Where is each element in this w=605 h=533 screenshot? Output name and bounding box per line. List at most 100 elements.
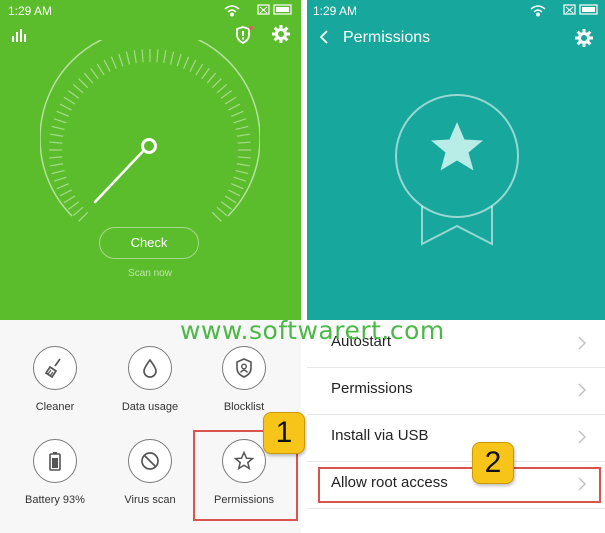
gauge-tick [233,176,247,182]
wifi-icon [530,5,546,17]
gauge-tick [189,59,197,72]
gauge-tick [195,63,204,76]
gauge-tick [169,51,175,65]
gauge-tick [51,125,65,131]
scan-now-label: Scan now [128,268,172,279]
status-icons [530,4,598,17]
check-button[interactable]: Check [99,227,199,259]
gauge-tick [201,67,210,80]
gauge-tick [67,201,80,210]
gauge-tick [53,118,67,124]
step-callout-2: 2 [472,442,514,484]
tool-cleaner[interactable]: Cleaner [9,346,101,413]
gauge-needle [93,146,148,204]
status-time: 1:29 AM [8,4,53,18]
gauge-tick [133,50,137,64]
permissions-badge-icon [395,94,519,246]
gauge-tick [72,83,84,94]
gauge-tick [235,125,249,131]
wifi-icon [224,5,240,17]
gauge-tick [56,110,69,117]
gauge-ticks [49,49,251,222]
gauge-tick [110,56,117,69]
gear-icon[interactable] [575,29,593,47]
gauge-tick [96,63,105,76]
star-icon [431,122,483,171]
highlight-box-root-access [318,467,601,503]
gauge-tick [236,163,250,167]
gauge-tick [228,189,241,197]
gauge-tick [236,133,250,137]
list-item-install-via-usb[interactable]: Install via USB [307,414,605,462]
gear-icon[interactable] [272,25,290,43]
tool-label: Cleaner [35,401,75,413]
gauge-tick [224,195,237,204]
gauge-tick [231,183,244,190]
gauge-tick [78,78,89,89]
broom-icon [44,358,61,379]
gauge-tick [118,53,124,67]
tool-label: Data usage [121,401,179,413]
gauge-tick [63,195,76,204]
gauge-tick [125,51,131,65]
list-item-label: Permissions [331,380,413,397]
stats-icon[interactable] [11,28,27,42]
gauge-tick [63,96,76,105]
gauge-tick [50,163,64,167]
gauge-tick [59,189,72,197]
gauge-tick [176,53,182,67]
gauge-tick [235,169,249,175]
chevron-right-icon [578,430,586,444]
gauge-tick [183,56,190,69]
gauge-pivot [141,138,157,154]
gauge-tick [83,72,94,84]
tool-label: Battery 93% [25,494,85,506]
tool-virus-scan[interactable]: Virus scan [104,439,196,506]
gauge-tick [211,211,222,222]
status-time: 1:29 AM [313,4,358,18]
gauge-tick [49,156,63,159]
gauge-tick [220,90,233,99]
gauge-tick [78,211,89,222]
tool-battery[interactable]: Battery 93% [9,439,101,506]
gauge-tick [233,118,247,124]
gauge-tick [50,133,64,137]
gauge-tick [224,96,237,105]
gauge-tick [103,59,111,72]
step-callout-1: 1 [263,412,305,454]
list-item-label: Install via USB [331,427,429,444]
page-title: Permissions [343,29,431,46]
back-arrow-icon[interactable] [318,29,330,45]
tool-data-usage[interactable]: Data usage [104,346,196,413]
chevron-right-icon [578,383,586,397]
gauge-tick [206,72,217,84]
drop-icon [143,358,157,378]
security-gauge [40,40,260,222]
gauge-tick [237,141,251,144]
gauge-tick [216,206,228,217]
tool-label: Virus scan [124,494,176,506]
gauge-tick [56,183,69,190]
gauge-tick [49,141,63,144]
battery-icon [49,452,61,471]
gauge-tick [216,83,228,94]
gauge-tick [59,103,72,111]
gauge-tick [220,201,233,210]
gauge-tick [51,169,65,175]
tool-blocklist[interactable]: Blocklist [198,346,290,413]
list-item-permissions[interactable]: Permissions [307,367,605,415]
gauge-tick [90,67,99,80]
gauge-tick [231,110,244,117]
gauge-tick [237,156,251,159]
shield-user-icon [236,358,252,378]
gauge-tick [211,78,222,89]
watermark-text: www.softwarert.com [180,316,445,345]
chevron-right-icon [578,336,586,350]
gauge-tick [72,206,84,217]
gauge-tick [228,103,241,111]
status-icons [224,4,292,17]
virus-scan-icon [141,452,159,470]
gauge-tick [67,90,80,99]
gauge-tick [156,49,159,63]
gauge-tick [141,49,144,63]
